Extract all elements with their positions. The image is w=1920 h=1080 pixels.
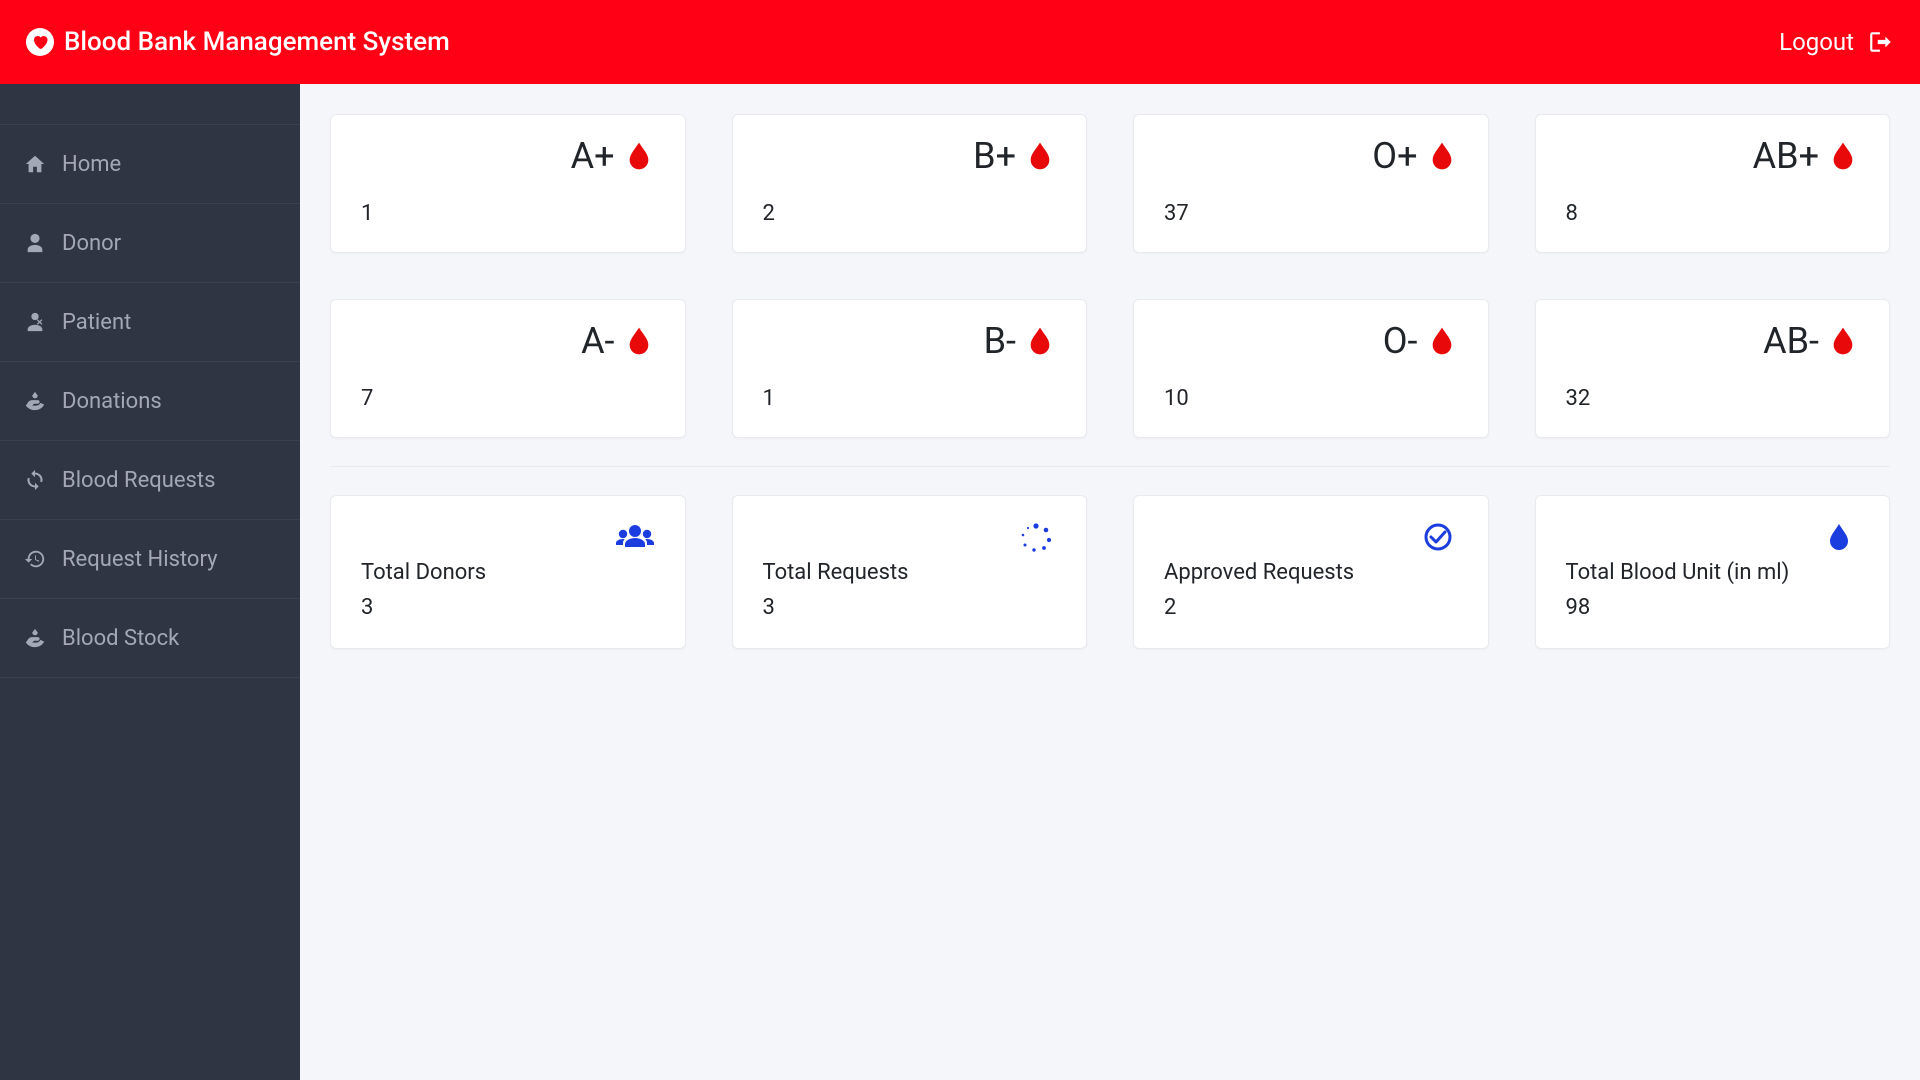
app-title: Blood Bank Management System <box>64 27 450 57</box>
top-navbar: Blood Bank Management System Logout <box>0 0 1920 84</box>
stat-label: Total Donors <box>361 560 655 585</box>
blood-group-count: 32 <box>1566 386 1860 411</box>
stat-value: 3 <box>361 595 655 620</box>
brand[interactable]: Blood Bank Management System <box>26 27 450 57</box>
blood-group-count: 7 <box>361 386 655 411</box>
sidebar-item-label: Donor <box>62 231 121 256</box>
blood-drop-icon <box>1827 323 1859 359</box>
spinner-icon <box>1016 520 1056 554</box>
stat-value: 3 <box>763 595 1057 620</box>
sidebar: Home Donor Patient Donations Blood Reque… <box>0 84 300 1080</box>
sidebar-item-home[interactable]: Home <box>0 124 300 204</box>
home-icon <box>24 153 46 175</box>
stat-label: Approved Requests <box>1164 560 1458 585</box>
stat-card: Total Donors 3 <box>330 495 686 649</box>
blood-group-count: 10 <box>1164 386 1458 411</box>
patient-icon <box>24 311 46 333</box>
sync-icon <box>24 469 46 491</box>
section-divider <box>330 466 1890 467</box>
blood-type-label: O- <box>1383 320 1418 362</box>
sidebar-item-patient[interactable]: Patient <box>0 283 300 362</box>
blood-stock-icon <box>24 627 46 649</box>
blood-type-label: O+ <box>1372 135 1417 177</box>
logout-label: Logout <box>1779 28 1854 56</box>
blood-group-count: 1 <box>763 386 1057 411</box>
blood-group-count: 1 <box>361 201 655 226</box>
blood-group-card: AB- 32 <box>1535 299 1891 438</box>
blood-group-card: O- 10 <box>1133 299 1489 438</box>
users-icon <box>615 520 655 554</box>
stats-grid: Total Donors 3 Total Requests 3 Approved Req… <box>330 495 1890 649</box>
blood-type-label: B+ <box>973 135 1016 177</box>
logout-icon <box>1868 29 1894 55</box>
blood-type-label: AB- <box>1763 320 1819 362</box>
blood-type-label: A+ <box>571 135 615 177</box>
stat-label: Total Blood Unit (in ml) <box>1566 560 1860 585</box>
blood-group-card: A+ 1 <box>330 114 686 253</box>
sidebar-item-label: Donations <box>62 389 162 414</box>
blood-drop-icon <box>1426 138 1458 174</box>
user-icon <box>24 232 46 254</box>
sidebar-item-donations[interactable]: Donations <box>0 362 300 441</box>
blood-type-label: A- <box>581 320 614 362</box>
stat-value: 2 <box>1164 595 1458 620</box>
sidebar-item-request-history[interactable]: Request History <box>0 520 300 599</box>
blood-drop-icon <box>623 138 655 174</box>
sidebar-item-label: Blood Requests <box>62 468 215 493</box>
blood-group-count: 8 <box>1566 201 1860 226</box>
stat-card: Approved Requests 2 <box>1133 495 1489 649</box>
sidebar-item-label: Home <box>62 152 121 177</box>
logout-button[interactable]: Logout <box>1779 28 1894 56</box>
blood-drop-icon <box>1426 323 1458 359</box>
donations-icon <box>24 390 46 412</box>
sidebar-item-label: Blood Stock <box>62 626 179 651</box>
blood-group-count: 2 <box>763 201 1057 226</box>
stat-value: 98 <box>1566 595 1860 620</box>
blood-drop-icon <box>1827 138 1859 174</box>
blood-drop-icon <box>1024 323 1056 359</box>
blood-group-card: O+ 37 <box>1133 114 1489 253</box>
sidebar-item-label: Request History <box>62 547 218 572</box>
check-circle-icon <box>1418 520 1458 554</box>
history-icon <box>24 548 46 570</box>
blood-group-card: AB+ 8 <box>1535 114 1891 253</box>
blood-type-label: B- <box>984 320 1016 362</box>
stat-card: Total Blood Unit (in ml) 98 <box>1535 495 1891 649</box>
blood-group-count: 37 <box>1164 201 1458 226</box>
sidebar-item-label: Patient <box>62 310 131 335</box>
sidebar-item-blood-stock[interactable]: Blood Stock <box>0 599 300 678</box>
stat-card: Total Requests 3 <box>732 495 1088 649</box>
blood-type-label: AB+ <box>1753 135 1819 177</box>
main-content: A+1B+2O+37AB+8A-7B-1O-10AB-32 Total Dono… <box>300 84 1920 1080</box>
blood-drop-icon <box>623 323 655 359</box>
heart-logo-icon <box>26 28 54 56</box>
stat-label: Total Requests <box>763 560 1057 585</box>
blood-group-card: A- 7 <box>330 299 686 438</box>
sidebar-item-donor[interactable]: Donor <box>0 204 300 283</box>
blood-group-card: B+ 2 <box>732 114 1088 253</box>
blood-group-card: B- 1 <box>732 299 1088 438</box>
sidebar-item-blood-requests[interactable]: Blood Requests <box>0 441 300 520</box>
blood-drop-icon <box>1024 138 1056 174</box>
drop-blue-icon <box>1819 520 1859 554</box>
blood-group-grid: A+ 1 B+ 2 O+ 37 AB+ 8 A- 7 B- 1 O- 10 AB- 32 <box>330 114 1890 438</box>
